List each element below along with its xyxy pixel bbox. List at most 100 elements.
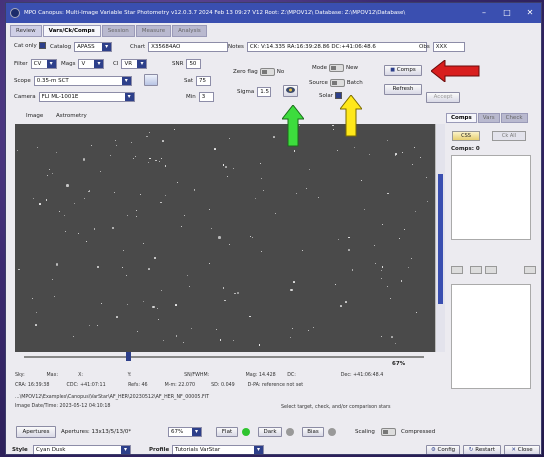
restart-button[interactable]: ↻ Restart [463, 445, 501, 454]
mags-select[interactable]: V [78, 59, 105, 69]
scope-edit-button[interactable] [144, 74, 158, 86]
tab-vars-ck-comps[interactable]: Vars/Ck/Comps [42, 25, 101, 37]
scope-label: Scope [14, 78, 31, 84]
star [52, 173, 54, 175]
tab-vars[interactable]: Vars [477, 113, 500, 123]
star [148, 161, 150, 163]
comps-list[interactable] [451, 155, 531, 240]
star [369, 153, 370, 155]
style-select[interactable]: Cyan Dusk [33, 445, 131, 454]
star [160, 201, 162, 204]
sigma-apply-button[interactable] [283, 85, 298, 97]
filter-select[interactable]: CV [30, 59, 57, 69]
star [302, 250, 303, 252]
minimize-button[interactable]: – [473, 3, 495, 23]
css-button[interactable]: CSS [452, 131, 480, 141]
catalog-control: Catalog APASS [50, 42, 113, 52]
star [131, 141, 133, 143]
star [293, 281, 295, 283]
star [51, 278, 53, 280]
star [132, 158, 134, 160]
star [149, 157, 151, 160]
refresh-button[interactable]: Refresh [384, 84, 422, 95]
comps-button[interactable]: ■ Comps [384, 65, 422, 76]
catalog-label: Catalog [50, 44, 72, 50]
comp-details-list[interactable] [451, 284, 531, 389]
maximize-button[interactable]: □ [496, 3, 518, 23]
snr-control: SNR 50 [172, 59, 202, 69]
star [163, 340, 165, 342]
star [306, 187, 308, 189]
source-toggle[interactable] [329, 79, 345, 87]
status-datetime: Image Date/Time: 2023-05-12 04:10:18 [15, 404, 111, 409]
image-vertical-scrollbar[interactable] [435, 124, 445, 352]
bias-button[interactable]: Bias [302, 427, 324, 437]
cat-only-checkbox[interactable] [38, 42, 46, 49]
zero-flag-toggle[interactable] [259, 68, 275, 76]
tab-astrometry[interactable]: Astrometry [56, 113, 87, 119]
config-button[interactable]: ⚙ Config [426, 445, 460, 454]
close-window-button[interactable]: ✕ [519, 3, 541, 23]
star [48, 169, 50, 171]
tab-session[interactable]: Session [101, 25, 135, 37]
source-label: Source [309, 80, 328, 86]
scrollbar-thumb[interactable] [438, 174, 443, 304]
tab-analysis[interactable]: Analysis [172, 25, 207, 37]
cat-only-label: Cat only [14, 42, 37, 49]
star [293, 150, 296, 152]
catalog-select[interactable]: APASS [74, 42, 113, 52]
star [182, 341, 184, 343]
flat-button[interactable]: Flat [216, 427, 238, 437]
scope-select[interactable]: 0.35-m SCT [33, 76, 132, 86]
star [236, 291, 240, 295]
star [251, 236, 253, 238]
tab-comps[interactable]: Comps [446, 113, 477, 123]
star [249, 235, 252, 238]
move-comp-button[interactable] [485, 266, 497, 274]
close-button[interactable]: ✕ Close [504, 445, 540, 454]
chart-control: Chart X35684AO [130, 42, 229, 52]
compressed-toggle[interactable] [381, 428, 396, 436]
zero-flag-control: Zero flag No [233, 68, 284, 76]
min-field[interactable]: 3 [198, 92, 214, 102]
remove-comp-button[interactable] [451, 266, 463, 274]
obs-control: Obs XXX [419, 42, 465, 52]
star-field-image[interactable] [15, 124, 435, 352]
tab-measure[interactable]: Measure [135, 25, 172, 37]
star [360, 179, 362, 181]
zoom-slider-thumb[interactable] [126, 352, 131, 361]
star [56, 151, 58, 153]
edit-comp-button[interactable] [524, 266, 536, 274]
status-max: Max: [46, 373, 59, 378]
apertures-button[interactable]: Apertures [16, 426, 56, 438]
sigma-field[interactable]: 1.5 [257, 87, 272, 97]
star [215, 328, 217, 330]
camera-select[interactable]: FLI ML-1001E [38, 92, 135, 102]
sat-field[interactable]: 75 [196, 76, 212, 86]
star [317, 197, 319, 198]
profile-select[interactable]: Tutorials VarStar [172, 445, 264, 454]
check-all-button[interactable]: Ck All [492, 131, 526, 141]
tab-image[interactable]: Image [26, 113, 43, 119]
accept-button[interactable]: Accept [426, 92, 460, 103]
ci-select[interactable]: VR [121, 59, 148, 69]
zoom-slider-track[interactable] [24, 356, 424, 358]
dark-button[interactable]: Dark [258, 427, 282, 437]
add-comp-button[interactable] [470, 266, 482, 274]
star [412, 163, 414, 165]
comps-count: Comps: 0 [451, 146, 480, 152]
star [180, 225, 182, 227]
zoom-select[interactable]: 67% [168, 427, 202, 437]
notes-field[interactable]: CK: V:14.335 RA:16:39:28.86 DC:+41:06:48… [246, 42, 427, 52]
star [222, 164, 225, 166]
star [58, 211, 60, 213]
snr-field[interactable]: 50 [186, 59, 202, 69]
tab-review[interactable]: Review [10, 25, 42, 37]
star [345, 301, 347, 303]
star [332, 128, 334, 130]
tab-check[interactable]: Check [500, 113, 528, 123]
chart-field[interactable]: X35684AO [148, 42, 229, 52]
mode-toggle[interactable] [329, 64, 344, 72]
star [274, 213, 276, 215]
obs-field[interactable]: XXX [432, 42, 465, 52]
